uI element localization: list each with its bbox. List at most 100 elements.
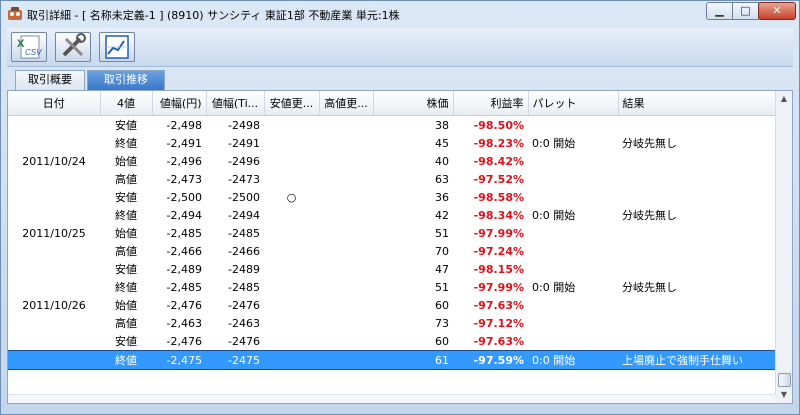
table-row-selected[interactable]: 終値 -2,475 -2475 61 -97.59% 0:0 開始 上場廃止で強… xyxy=(8,350,776,370)
cell-yen: -2,466 xyxy=(166,244,202,258)
cell-high-update xyxy=(319,332,373,351)
cell-kind: 安値 xyxy=(115,263,137,276)
cell-date xyxy=(8,242,100,260)
col-ticks[interactable]: 値幅(Ti... xyxy=(206,91,265,116)
cell-price: 73 xyxy=(435,316,449,330)
cell-high-update xyxy=(319,206,373,224)
table-row[interactable]: 終値 -2,494 -2494 42 -98.34% 0:0 開始 分岐先無し xyxy=(8,206,776,224)
cell-yen: -2,476 xyxy=(166,334,202,348)
tab-overview[interactable]: 取引概要 xyxy=(15,70,85,90)
cell-kind: 高値 xyxy=(115,245,137,258)
col-kind[interactable]: 4値 xyxy=(100,91,153,116)
cell-result xyxy=(618,314,776,332)
cell-yen: -2,463 xyxy=(166,316,202,330)
cell-high-update xyxy=(319,134,373,152)
table-row[interactable]: 安値 -2,476 -2476 60 -97.63% xyxy=(8,332,776,351)
cell-kind: 終値 xyxy=(115,209,137,222)
cell-price: 63 xyxy=(435,172,449,186)
horizontal-scrollbar[interactable] xyxy=(8,394,776,403)
cell-result xyxy=(618,224,776,242)
col-price[interactable]: 株価 xyxy=(373,91,454,116)
cell-date: 2011/10/24 xyxy=(22,154,86,168)
minimize-button[interactable]: ▁ xyxy=(706,2,733,20)
cell-rate: -98.15% xyxy=(473,262,524,276)
cell-rate: -97.63% xyxy=(473,298,524,312)
cell-date xyxy=(8,350,100,370)
cell-price: 45 xyxy=(435,136,449,150)
cell-palette xyxy=(528,170,618,188)
cell-result xyxy=(618,260,776,278)
cell-yen: -2,498 xyxy=(166,118,202,132)
trade-grid[interactable]: 日付 4値 値幅(円) 値幅(Ti... 安値更... 高値更... 株価 利益… xyxy=(7,90,793,404)
col-result[interactable]: 結果 xyxy=(618,91,777,116)
scroll-thumb[interactable] xyxy=(778,373,791,387)
cell-price: 36 xyxy=(435,190,449,204)
cell-ticks: -2500 xyxy=(228,190,260,204)
col-rate[interactable]: 利益率 xyxy=(453,91,529,116)
cell-rate: -98.23% xyxy=(473,136,524,150)
cell-kind: 終値 xyxy=(115,137,137,150)
table-row[interactable]: 安値 -2,498 -2498 38 -98.50% xyxy=(8,116,776,135)
table-row[interactable]: 2011/10/26 始値 -2,476 -2476 60 -97.63% xyxy=(8,296,776,314)
excel-csv-icon: X CSV xyxy=(17,35,42,59)
cell-kind: 始値 xyxy=(115,227,137,240)
cell-date xyxy=(8,314,100,332)
cell-result xyxy=(618,242,776,260)
cell-high-update xyxy=(319,296,373,314)
cell-low-update xyxy=(264,152,319,170)
cell-high-update xyxy=(319,152,373,170)
col-high-update[interactable]: 高値更... xyxy=(319,91,374,116)
cell-date xyxy=(8,278,100,296)
cell-palette xyxy=(528,296,618,314)
cell-kind: 高値 xyxy=(115,173,137,186)
tab-transition[interactable]: 取引推移 xyxy=(87,70,165,90)
table-row[interactable]: 高値 -2,473 -2473 63 -97.52% xyxy=(8,170,776,188)
cell-palette xyxy=(528,224,618,242)
title-bar[interactable]: 取引詳細 - [ 名称未定義-1 ] (8910) サンシティ 東証1部 不動産… xyxy=(1,1,799,27)
chart-button[interactable] xyxy=(99,32,135,62)
cell-date xyxy=(8,332,100,351)
svg-text:X: X xyxy=(17,38,25,50)
cell-rate: -98.34% xyxy=(473,208,524,222)
cell-price: 61 xyxy=(373,350,453,370)
cell-rate: -97.24% xyxy=(473,244,524,258)
maximize-button[interactable]: □ xyxy=(732,2,759,20)
cell-low-update xyxy=(264,260,319,278)
cell-rate: -97.52% xyxy=(473,172,524,186)
csv-export-button[interactable]: X CSV xyxy=(11,32,47,62)
cell-date xyxy=(8,206,100,224)
scroll-down-icon[interactable]: ▼ xyxy=(776,387,792,403)
cell-low-update xyxy=(264,134,319,152)
chart-icon xyxy=(105,35,129,59)
col-yen[interactable]: 値幅(円) xyxy=(152,91,207,116)
vertical-scrollbar[interactable]: ▲ ▼ xyxy=(775,91,792,403)
table-row[interactable]: 安値 -2,489 -2489 47 -98.15% xyxy=(8,260,776,278)
table-row[interactable]: 終値 -2,491 -2491 45 -98.23% 0:0 開始 分岐先無し xyxy=(8,134,776,152)
settings-button[interactable] xyxy=(55,32,91,62)
cell-low-update xyxy=(264,206,319,224)
table-row[interactable]: 高値 -2,466 -2466 70 -97.24% xyxy=(8,242,776,260)
table-row[interactable]: 高値 -2,463 -2463 73 -97.12% xyxy=(8,314,776,332)
cell-high-update xyxy=(319,278,373,296)
cell-kind: 安値 xyxy=(115,119,137,132)
cell-palette xyxy=(528,242,618,260)
col-palette[interactable]: パレット xyxy=(528,91,619,116)
cell-price: 47 xyxy=(435,262,449,276)
table-row[interactable]: 2011/10/24 始値 -2,496 -2496 40 -98.42% xyxy=(8,152,776,170)
cell-palette xyxy=(528,314,618,332)
cell-result: 上場廃止で強制手仕舞い xyxy=(618,350,776,370)
trade-table: 日付 4値 値幅(円) 値幅(Ti... 安値更... 高値更... 株価 利益… xyxy=(8,91,777,370)
header-row: 日付 4値 値幅(円) 値幅(Ti... 安値更... 高値更... 株価 利益… xyxy=(8,91,777,116)
table-row[interactable]: 安値 -2,500 -2500 ○ 36 -98.58% xyxy=(8,188,776,206)
col-low-update[interactable]: 安値更... xyxy=(264,91,320,116)
cell-date xyxy=(8,134,100,152)
table-row[interactable]: 終値 -2,485 -2485 51 -97.99% 0:0 開始 分岐先無し xyxy=(8,278,776,296)
close-button[interactable]: ✕ xyxy=(758,2,796,20)
scroll-up-icon[interactable]: ▲ xyxy=(776,91,792,107)
cell-kind: 終値 xyxy=(100,350,152,370)
col-date[interactable]: 日付 xyxy=(8,91,101,116)
table-row[interactable]: 2011/10/25 始値 -2,485 -2485 51 -97.99% xyxy=(8,224,776,242)
cell-low-update xyxy=(264,350,319,370)
cell-price: 60 xyxy=(435,334,449,348)
cell-price: 38 xyxy=(435,118,449,132)
